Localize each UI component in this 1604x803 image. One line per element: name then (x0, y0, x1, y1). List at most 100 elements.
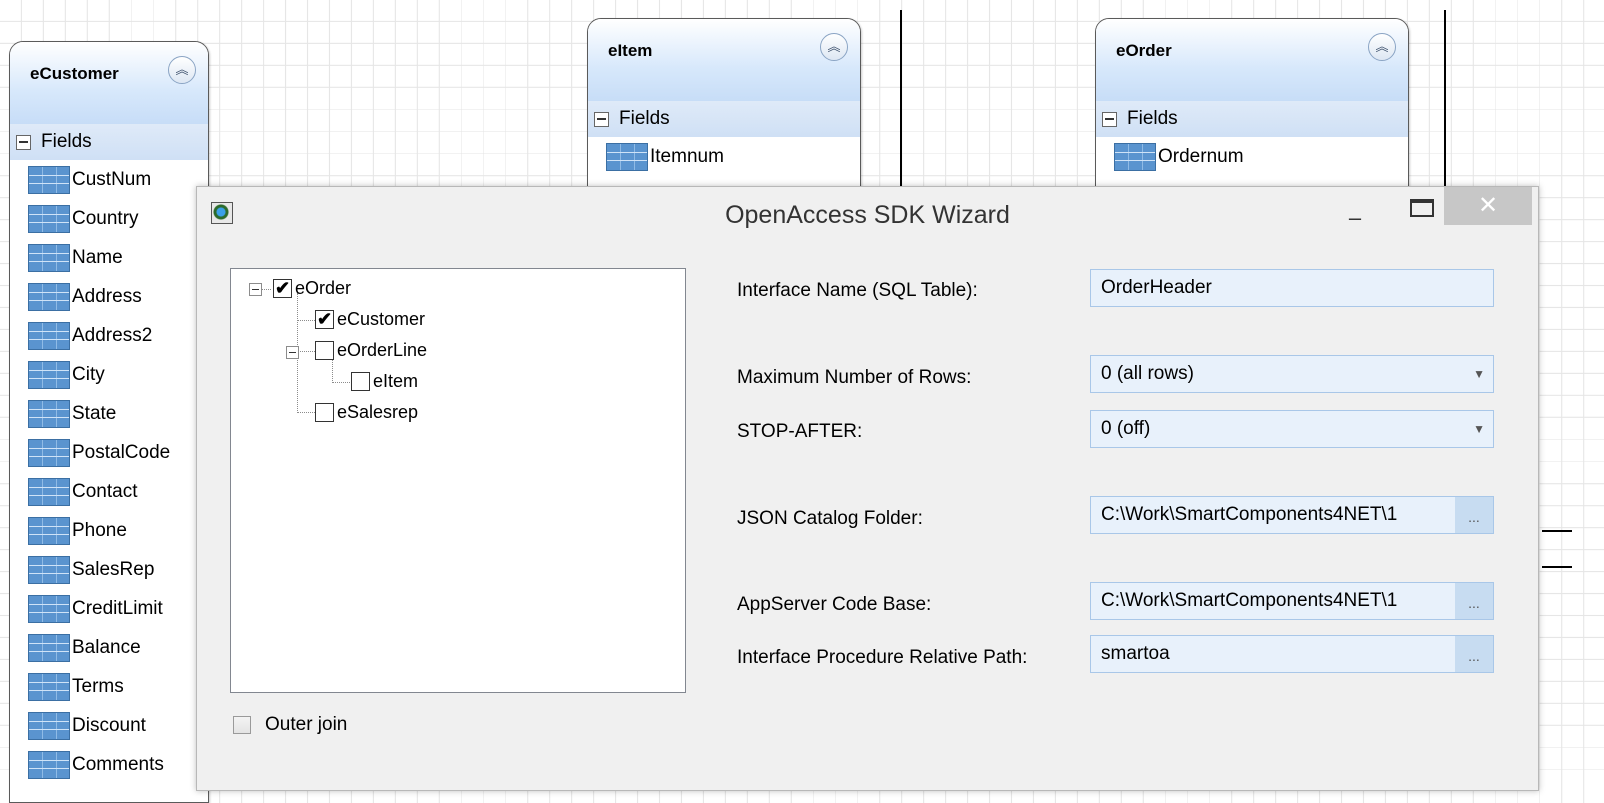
table-field-icon (28, 477, 70, 506)
field-label: Name (72, 246, 123, 268)
minimize-button[interactable]: – (1340, 205, 1370, 231)
proc-path-value: smartoa (1101, 643, 1170, 664)
appserver-input[interactable]: C:\Work\SmartComponents4NET\1 ... (1090, 582, 1494, 620)
tree-connector (332, 382, 350, 383)
entity-header[interactable]: eCustomer ︽ (10, 42, 208, 124)
field-row[interactable]: Address2 (10, 316, 208, 355)
field-row[interactable]: Country (10, 199, 208, 238)
json-folder-label: JSON Catalog Folder: (737, 508, 923, 529)
table-field-icon (28, 165, 70, 194)
table-field-icon (606, 142, 648, 171)
appserver-browse-button[interactable]: ... (1455, 583, 1493, 619)
field-label: CustNum (72, 168, 152, 190)
maximize-button[interactable] (1410, 199, 1434, 217)
tree-node[interactable]: eSalesrep (315, 402, 418, 423)
tree-node[interactable]: eItem (351, 371, 418, 392)
window-title: OpenAccess SDK Wizard (725, 201, 1010, 229)
field-row[interactable]: CustNum (10, 160, 208, 199)
tree-checkbox[interactable]: ✔ (273, 279, 292, 298)
close-button[interactable]: ✕ (1444, 187, 1532, 225)
field-row[interactable]: SalesRep (10, 550, 208, 589)
double-chevron-up-icon[interactable]: ︽ (1368, 33, 1396, 61)
field-label: State (72, 402, 117, 424)
collapse-minus-icon[interactable] (1102, 111, 1117, 127)
field-row[interactable]: Address (10, 277, 208, 316)
entity-header[interactable]: eItem ︽ (588, 19, 860, 101)
connector-line (1542, 530, 1572, 532)
field-label: Address2 (72, 324, 153, 346)
entity-eorder[interactable]: eOrder ︽ Fields Ordernum (1095, 18, 1409, 200)
double-chevron-up-icon[interactable]: ︽ (820, 33, 848, 61)
field-row[interactable]: Balance (10, 628, 208, 667)
interface-name-label: Interface Name (SQL Table): (737, 280, 978, 301)
field-row[interactable]: City (10, 355, 208, 394)
connector-line (900, 10, 902, 188)
connector-line (1542, 566, 1572, 568)
field-row[interactable]: PostalCode (10, 433, 208, 472)
table-field-icon (28, 633, 70, 662)
field-list: Ordernum (1096, 137, 1408, 176)
tree-checkbox[interactable] (315, 403, 334, 422)
tree-node[interactable]: eOrderLine (315, 340, 427, 361)
proc-path-browse-button[interactable]: ... (1455, 636, 1493, 672)
collapse-minus-icon[interactable] (16, 134, 31, 150)
proc-path-label: Interface Procedure Relative Path: (737, 647, 1028, 668)
field-row[interactable]: Ordernum (1096, 137, 1408, 176)
json-folder-input[interactable]: C:\Work\SmartComponents4NET\1 ... (1090, 496, 1494, 534)
json-folder-value: C:\Work\SmartComponents4NET\1 (1101, 504, 1398, 525)
tree-checkbox[interactable] (351, 372, 370, 391)
table-field-icon (28, 204, 70, 233)
fields-section-header[interactable]: Fields (1096, 101, 1408, 137)
table-field-icon (28, 321, 70, 350)
entity-eitem[interactable]: eItem ︽ Fields Itemnum (587, 18, 861, 200)
fields-section-header[interactable]: Fields (588, 101, 860, 137)
field-row[interactable]: CreditLimit (10, 589, 208, 628)
section-label: Fields (41, 131, 92, 152)
field-row[interactable]: Discount (10, 706, 208, 745)
dropdown-arrow-icon[interactable]: ▼ (1473, 356, 1485, 392)
tree-checkbox[interactable]: ✔ (315, 310, 334, 329)
field-label: City (72, 363, 105, 385)
dropdown-arrow-icon[interactable]: ▼ (1473, 411, 1485, 447)
stop-after-dropdown[interactable]: 0 (off) ▼ (1090, 410, 1494, 448)
field-label: SalesRep (72, 558, 155, 580)
table-field-icon (28, 399, 70, 428)
interface-name-value: OrderHeader (1101, 277, 1212, 298)
table-field-icon (28, 243, 70, 272)
max-rows-dropdown[interactable]: 0 (all rows) ▼ (1090, 355, 1494, 393)
stop-after-label: STOP-AFTER: (737, 421, 863, 442)
section-label: Fields (1127, 108, 1178, 129)
field-row[interactable]: Itemnum (588, 137, 860, 176)
collapse-minus-icon[interactable] (594, 111, 609, 127)
table-field-icon (1114, 142, 1156, 171)
wizard-window[interactable]: OpenAccess SDK Wizard – ✕ ✔ eOrder ✔ eCu… (196, 186, 1539, 791)
field-row[interactable]: Contact (10, 472, 208, 511)
tree-checkbox[interactable] (315, 341, 334, 360)
title-bar[interactable]: OpenAccess SDK Wizard – ✕ (197, 187, 1538, 243)
tree-expander[interactable] (286, 346, 299, 359)
entity-header[interactable]: eOrder ︽ (1096, 19, 1408, 101)
table-field-icon (28, 711, 70, 740)
field-label: PostalCode (72, 441, 171, 463)
json-folder-browse-button[interactable]: ... (1455, 497, 1493, 533)
tree-node[interactable]: ✔ eOrder (273, 278, 351, 299)
tree-node[interactable]: ✔ eCustomer (315, 309, 425, 330)
tree-expander[interactable] (249, 283, 262, 296)
table-tree[interactable]: ✔ eOrder ✔ eCustomer eOrderLine eItem eS… (230, 268, 686, 693)
field-label: Balance (72, 636, 141, 658)
field-row[interactable]: Name (10, 238, 208, 277)
field-row[interactable]: Comments (10, 745, 208, 784)
interface-name-input[interactable]: OrderHeader (1090, 269, 1494, 307)
field-row[interactable]: Phone (10, 511, 208, 550)
outer-join-option[interactable]: Outer join (233, 714, 347, 736)
double-chevron-up-icon[interactable]: ︽ (168, 56, 196, 84)
field-row[interactable]: Terms (10, 667, 208, 706)
field-row[interactable]: State (10, 394, 208, 433)
table-field-icon (28, 672, 70, 701)
field-label: Discount (72, 714, 146, 736)
outer-join-checkbox[interactable] (233, 716, 251, 734)
proc-path-input[interactable]: smartoa ... (1090, 635, 1494, 673)
fields-section-header[interactable]: Fields (10, 124, 208, 160)
entity-title: eItem (608, 41, 653, 60)
entity-ecustomer[interactable]: eCustomer ︽ Fields CustNum Country Name Add… (9, 41, 209, 803)
